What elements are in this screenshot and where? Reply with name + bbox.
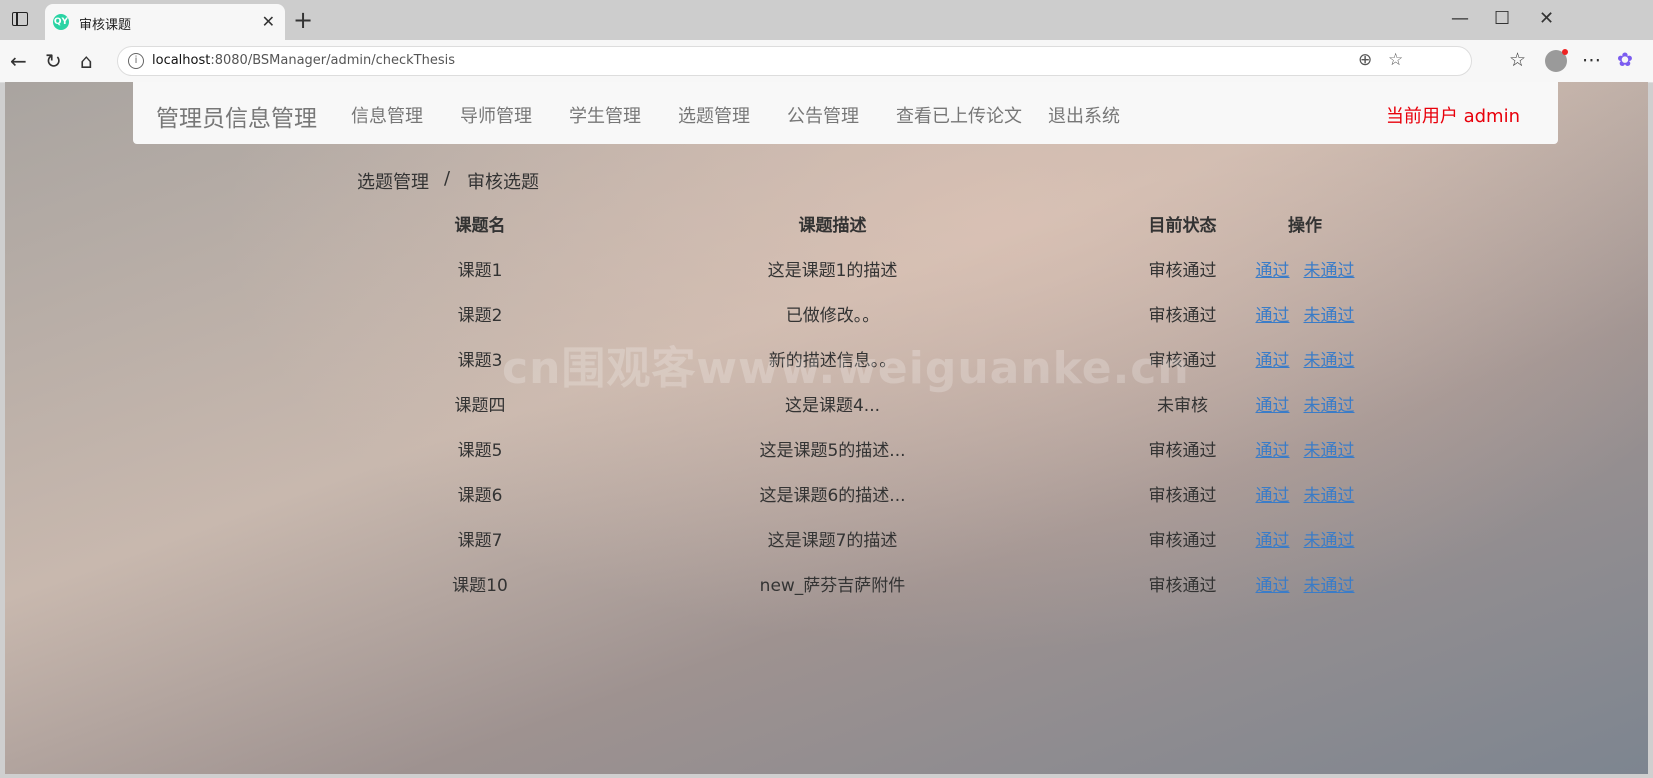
table-row: 课题2 已做修改。。 审核通过 通过 未通过 bbox=[425, 291, 1375, 336]
actions-cell: 通过 未通过 bbox=[1235, 561, 1375, 606]
actions-cell: 通过 未通过 bbox=[1235, 246, 1375, 291]
topic-status-cell: 审核通过 bbox=[1148, 576, 1217, 596]
actions-cell: 通过 未通过 bbox=[1235, 336, 1375, 381]
topic-status-cell: 审核通过 bbox=[1148, 486, 1217, 506]
topic-review-table: 课题名 课题描述 目前状态 操作 课题1 这是课题1的描述 审核通过 通过 未通过 课题2… bbox=[425, 201, 1375, 606]
home-icon[interactable]: ⌂ bbox=[80, 49, 93, 73]
topic-status-cell: 审核通过 bbox=[1148, 441, 1217, 461]
back-icon[interactable]: ← bbox=[10, 49, 27, 73]
site-info-icon[interactable]: i bbox=[128, 53, 144, 69]
header-topic-name: 课题名 bbox=[454, 216, 506, 236]
topic-description-cell: 这是课题6的描述... bbox=[759, 486, 906, 506]
favorite-star-icon[interactable]: ☆ bbox=[1388, 50, 1403, 70]
table-row: 课题6 这是课题6的描述... 审核通过 通过 未通过 bbox=[425, 471, 1375, 516]
browser-tab-bar: QY 审核课题 ✕ + — ☐ ✕ bbox=[0, 0, 1653, 40]
reject-link[interactable]: 未通过 bbox=[1304, 396, 1355, 416]
reject-link[interactable]: 未通过 bbox=[1304, 531, 1355, 551]
topic-status-cell: 未审核 bbox=[1157, 396, 1208, 416]
favorites-icon[interactable]: ☆ bbox=[1509, 49, 1526, 71]
table-row: 课题1 这是课题1的描述 审核通过 通过 未通过 bbox=[425, 246, 1375, 291]
reject-link[interactable]: 未通过 bbox=[1304, 261, 1355, 281]
topic-status-cell: 审核通过 bbox=[1148, 531, 1217, 551]
nav-notice-management[interactable]: 公告管理 bbox=[787, 102, 859, 128]
topic-description-cell: 这是课题5的描述... bbox=[759, 441, 906, 461]
new-tab-icon[interactable]: + bbox=[293, 6, 313, 34]
site-favicon: QY bbox=[53, 14, 69, 30]
topic-name-cell: 课题10 bbox=[452, 576, 508, 596]
minimize-icon[interactable]: — bbox=[1451, 8, 1469, 29]
table-row: 课题四 这是课题4... 未审核 通过 未通过 bbox=[425, 381, 1375, 426]
table-row: 课题5 这是课题5的描述... 审核通过 通过 未通过 bbox=[425, 426, 1375, 471]
close-tab-icon[interactable]: ✕ bbox=[262, 12, 275, 31]
topic-description-cell: 这是课题1的描述 bbox=[767, 261, 898, 281]
notification-dot bbox=[1562, 49, 1568, 55]
topic-name-cell: 课题1 bbox=[457, 261, 503, 281]
approve-link[interactable]: 通过 bbox=[1256, 396, 1290, 416]
table-header-row: 课题名 课题描述 目前状态 操作 bbox=[425, 201, 1375, 246]
top-navbar: 管理员信息管理 信息管理 导师管理 学生管理 选题管理 公告管理 查看已上传论文… bbox=[133, 82, 1558, 144]
topic-description-cell: 这是课题4... bbox=[784, 396, 881, 416]
topic-status-cell: 审核通过 bbox=[1148, 261, 1217, 281]
topic-description-cell: 已做修改。。 bbox=[785, 306, 880, 326]
more-menu-icon[interactable]: ⋯ bbox=[1582, 49, 1601, 71]
topic-description-cell: new_萨芬吉萨附件 bbox=[759, 576, 906, 596]
reject-link[interactable]: 未通过 bbox=[1304, 351, 1355, 371]
nav-logout[interactable]: 退出系统 bbox=[1048, 102, 1120, 128]
reject-link[interactable]: 未通过 bbox=[1304, 306, 1355, 326]
approve-link[interactable]: 通过 bbox=[1256, 576, 1290, 596]
url-text[interactable]: localhost:8080/BSManager/admin/checkThes… bbox=[152, 53, 455, 68]
nav-topic-management[interactable]: 选题管理 bbox=[678, 102, 750, 128]
close-window-icon[interactable]: ✕ bbox=[1539, 8, 1554, 29]
breadcrumb-separator: / bbox=[444, 168, 451, 189]
topic-name-cell: 课题5 bbox=[457, 441, 503, 461]
breadcrumb-topic-management[interactable]: 选题管理 bbox=[357, 168, 429, 194]
actions-cell: 通过 未通过 bbox=[1235, 291, 1375, 336]
approve-link[interactable]: 通过 bbox=[1256, 486, 1290, 506]
tab-title: 审核课题 bbox=[79, 18, 132, 33]
reload-icon[interactable]: ↻ bbox=[45, 49, 62, 73]
header-actions: 操作 bbox=[1288, 216, 1322, 236]
browser-tab[interactable]: QY 审核课题 ✕ bbox=[45, 4, 285, 40]
actions-cell: 通过 未通过 bbox=[1235, 516, 1375, 561]
reject-link[interactable]: 未通过 bbox=[1304, 486, 1355, 506]
approve-link[interactable]: 通过 bbox=[1256, 261, 1290, 281]
tab-actions-icon[interactable] bbox=[12, 12, 28, 26]
topic-name-cell: 课题3 bbox=[457, 351, 503, 371]
maximize-icon[interactable]: ☐ bbox=[1494, 8, 1510, 29]
topic-name-cell: 课题6 bbox=[457, 486, 503, 506]
zoom-icon[interactable]: ⊕ bbox=[1358, 50, 1372, 70]
current-user-label: 当前用户 admin bbox=[1385, 106, 1520, 127]
topic-status-cell: 审核通过 bbox=[1148, 351, 1217, 371]
header-topic-description: 课题描述 bbox=[798, 216, 867, 236]
approve-link[interactable]: 通过 bbox=[1256, 441, 1290, 461]
topic-name-cell: 课题2 bbox=[457, 306, 503, 326]
nav-tutor-management[interactable]: 导师管理 bbox=[460, 102, 532, 128]
copilot-icon[interactable]: ✿ bbox=[1617, 49, 1633, 71]
approve-link[interactable]: 通过 bbox=[1256, 351, 1290, 371]
reject-link[interactable]: 未通过 bbox=[1304, 576, 1355, 596]
browser-toolbar: ← ↻ ⌂ i localhost:8080/BSManager/admin/c… bbox=[0, 40, 1653, 83]
topic-name-cell: 课题7 bbox=[457, 531, 503, 551]
table-row: 课题7 这是课题7的描述 审核通过 通过 未通过 bbox=[425, 516, 1375, 561]
brand-title[interactable]: 管理员信息管理 bbox=[156, 99, 317, 133]
address-bar[interactable]: i localhost:8080/BSManager/admin/checkTh… bbox=[117, 46, 1472, 76]
topic-name-cell: 课题四 bbox=[454, 396, 506, 416]
reject-link[interactable]: 未通过 bbox=[1304, 441, 1355, 461]
actions-cell: 通过 未通过 bbox=[1235, 471, 1375, 516]
table-row: 课题10 new_萨芬吉萨附件 审核通过 通过 未通过 bbox=[425, 561, 1375, 606]
nav-student-management[interactable]: 学生管理 bbox=[569, 102, 641, 128]
topic-description-cell: 这是课题7的描述 bbox=[767, 531, 898, 551]
nav-info-management[interactable]: 信息管理 bbox=[351, 102, 423, 128]
actions-cell: 通过 未通过 bbox=[1235, 426, 1375, 471]
topic-description-cell: 新的描述信息。。 bbox=[768, 351, 897, 371]
nav-view-uploaded-papers[interactable]: 查看已上传论文 bbox=[896, 102, 1022, 128]
approve-link[interactable]: 通过 bbox=[1256, 531, 1290, 551]
topic-status-cell: 审核通过 bbox=[1148, 306, 1217, 326]
table-row: 课题3 新的描述信息。。 审核通过 通过 未通过 bbox=[425, 336, 1375, 381]
header-current-status: 目前状态 bbox=[1148, 216, 1217, 236]
page-background: 管理员信息管理 信息管理 导师管理 学生管理 选题管理 公告管理 查看已上传论文… bbox=[5, 82, 1648, 774]
breadcrumb-review-topics: 审核选题 bbox=[467, 172, 539, 193]
approve-link[interactable]: 通过 bbox=[1256, 306, 1290, 326]
actions-cell: 通过 未通过 bbox=[1235, 381, 1375, 426]
